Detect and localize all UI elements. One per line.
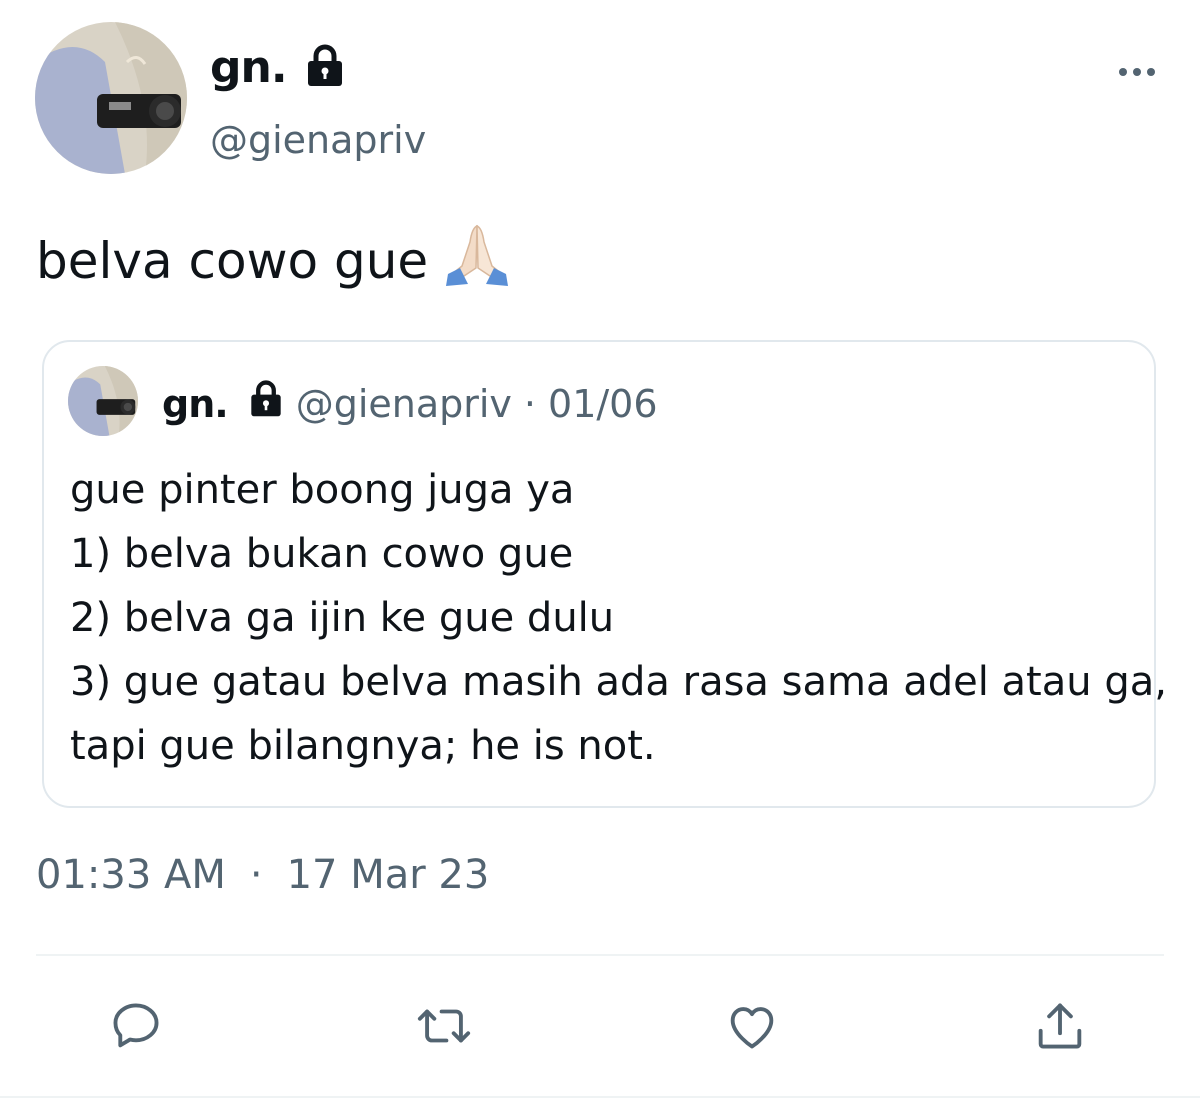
quoted-date: 01/06 (548, 381, 658, 426)
bottom-divider (0, 1096, 1200, 1098)
author-name-row: gn. (210, 42, 345, 93)
quoted-tweet-card[interactable]: gn. @gienapriv · 01/06 gue pinter boong … (42, 340, 1167, 808)
quoted-tweet-header: gn. @gienapriv · 01/06 (162, 380, 658, 427)
quoted-author-handle: @gienapriv (295, 381, 512, 426)
quoted-line: 1) belva bukan cowo gue (70, 531, 574, 577)
timestamp-separator: · (249, 852, 263, 898)
folded-hands-emoji (442, 222, 512, 300)
tweet-text: belva cowo gue (36, 222, 512, 300)
quoted-line: gue pinter boong juga ya (70, 467, 575, 513)
divider (36, 954, 1164, 956)
quoted-tweet-body: gue pinter boong juga ya 1) belva bukan … (70, 458, 1167, 778)
lock-icon (248, 380, 284, 427)
quoted-line: tapi gue bilangnya; he is not. (70, 723, 656, 769)
timestamp-date: 17 Mar 23 (286, 852, 490, 898)
share-button[interactable] (1030, 996, 1090, 1056)
author-handle[interactable]: @gienapriv (210, 118, 426, 162)
quoted-author-avatar (68, 366, 138, 436)
timestamp-time: 01:33 AM (36, 852, 226, 898)
tweet-body: belva cowo gue (36, 232, 429, 290)
avatar-photo (68, 366, 138, 436)
retweet-icon (417, 1009, 471, 1043)
author-avatar[interactable] (35, 22, 187, 174)
quoted-line: 3) gue gatau belva masih ada rasa sama a… (70, 659, 1167, 705)
like-button[interactable] (722, 996, 782, 1056)
quoted-separator: · (523, 381, 537, 426)
author-display-name[interactable]: gn. (210, 42, 288, 93)
avatar-photo (35, 22, 187, 174)
tweet-timestamp[interactable]: 01:33 AM · 17 Mar 23 (36, 852, 489, 898)
reply-icon (113, 1003, 159, 1048)
reply-button[interactable] (106, 996, 166, 1056)
more-icon[interactable] (1112, 60, 1162, 84)
quoted-line: 2) belva ga ijin ke gue dulu (70, 595, 615, 641)
like-icon (730, 1007, 774, 1049)
share-icon (1038, 1003, 1082, 1049)
lock-icon (305, 44, 345, 92)
quoted-author-name: gn. (162, 381, 229, 426)
retweet-button[interactable] (414, 996, 474, 1056)
